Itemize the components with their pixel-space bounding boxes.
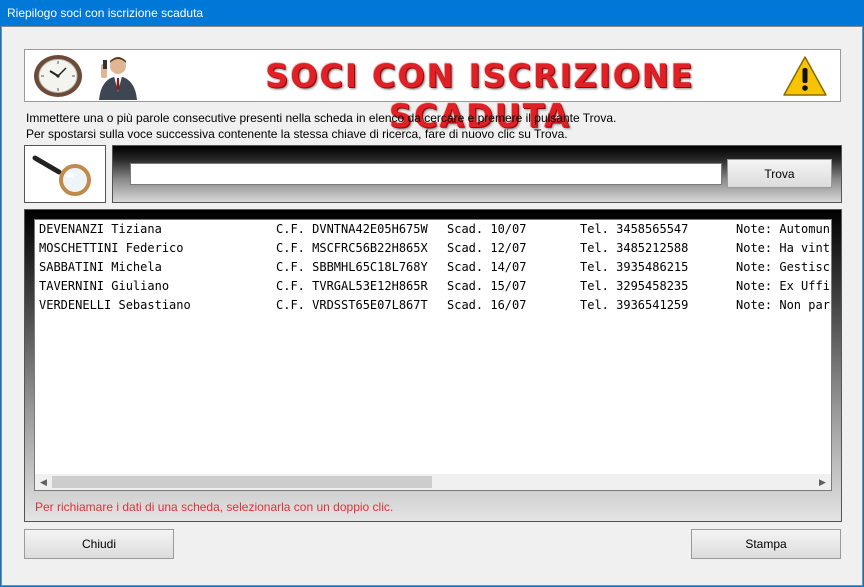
member-note: Note: Ha vint <box>736 241 830 255</box>
member-expiry: Scad. 14/07 <box>447 260 527 274</box>
results-rows: DEVENANZI Tiziana C.F. DVNTNA42E05H675W … <box>35 220 831 474</box>
list-item[interactable]: MOSCHETTINI Federico C.F. MSCFRC56B22H86… <box>35 239 831 258</box>
warning-icon <box>783 56 827 96</box>
list-item[interactable]: SABBATINI Michela C.F. SBBMHL65C18L768Y … <box>35 258 831 277</box>
member-expiry: Scad. 10/07 <box>447 222 527 236</box>
member-note: Note: Automun <box>736 222 830 236</box>
search-input[interactable] <box>130 163 722 185</box>
magnifier-panel <box>24 145 106 203</box>
results-panel: DEVENANZI Tiziana C.F. DVNTNA42E05H675W … <box>24 209 842 522</box>
list-item[interactable]: TAVERNINI Giuliano C.F. TVRGAL53E12H865R… <box>35 277 831 296</box>
member-tax-code: C.F. DVNTNA42E05H675W <box>276 222 428 236</box>
close-button[interactable]: Chiudi <box>24 529 174 559</box>
member-phone: Tel. 3295458235 <box>580 279 689 293</box>
member-expiry: Scad. 16/07 <box>447 298 527 312</box>
window-title: Riepilogo soci con iscrizione scaduta <box>7 6 204 20</box>
member-phone: Tel. 3485212588 <box>580 241 689 255</box>
member-tax-code: C.F. MSCFRC56B22H865X <box>276 241 428 255</box>
double-click-hint: Per richiamare i dati di una scheda, sel… <box>35 500 394 514</box>
member-name: SABBATINI Michela <box>39 260 162 274</box>
member-name: MOSCHETTINI Federico <box>39 241 184 255</box>
scroll-left-icon[interactable]: ◀ <box>35 474 52 490</box>
member-tax-code: C.F. VRDSST65E07L867T <box>276 298 428 312</box>
member-note: Note: Non par <box>736 298 830 312</box>
horizontal-scrollbar[interactable]: ◀ ▶ <box>35 474 831 490</box>
instruction-line-1: Immettere una o più parole consecutive p… <box>26 111 617 125</box>
scroll-right-icon[interactable]: ▶ <box>814 474 831 490</box>
scrollbar-thumb[interactable] <box>52 476 432 488</box>
window-titlebar: Riepilogo soci con iscrizione scaduta <box>0 0 864 26</box>
window-body: SOCI CON ISCRIZIONE SCADUTA Immettere un… <box>1 26 863 586</box>
member-phone: Tel. 3458565547 <box>580 222 689 236</box>
member-expiry: Scad. 15/07 <box>447 279 527 293</box>
list-item[interactable]: VERDENELLI Sebastiano C.F. VRDSST65E07L8… <box>35 296 831 315</box>
search-bar: Trova <box>112 145 842 203</box>
member-name: VERDENELLI Sebastiano <box>39 298 191 312</box>
member-note: Note: Ex Uffi <box>736 279 830 293</box>
magnifier-icon <box>32 155 91 196</box>
print-button[interactable]: Stampa <box>691 529 841 559</box>
member-name: DEVENANZI Tiziana <box>39 222 162 236</box>
header-banner: SOCI CON ISCRIZIONE SCADUTA <box>24 49 841 135</box>
results-listbox[interactable]: DEVENANZI Tiziana C.F. DVNTNA42E05H675W … <box>34 219 832 491</box>
member-note: Note: Gestisc <box>736 260 830 274</box>
banner-title: SOCI CON ISCRIZIONE SCADUTA <box>265 57 695 135</box>
member-name: TAVERNINI Giuliano <box>39 279 170 293</box>
find-button[interactable]: Trova <box>727 159 832 188</box>
search-instructions: Immettere una o più parole consecutive p… <box>26 110 616 142</box>
instruction-line-2: Per spostarsi sulla voce successiva cont… <box>26 127 568 141</box>
member-tax-code: C.F. TVRGAL53E12H865R <box>276 279 428 293</box>
member-phone: Tel. 3936541259 <box>580 298 689 312</box>
member-tax-code: C.F. SBBMHL65C18L768Y <box>276 260 428 274</box>
list-item[interactable]: DEVENANZI Tiziana C.F. DVNTNA42E05H675W … <box>35 220 831 239</box>
clock-icon <box>34 55 82 97</box>
member-phone: Tel. 3935486215 <box>580 260 689 274</box>
businessman-icon <box>99 57 137 100</box>
member-expiry: Scad. 12/07 <box>447 241 527 255</box>
